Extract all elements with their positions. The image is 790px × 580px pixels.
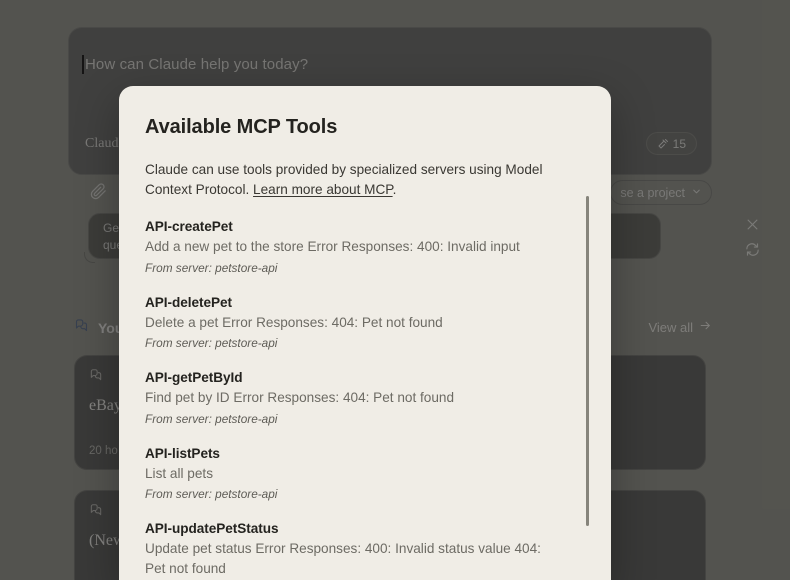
tool-name: API-getPetById bbox=[145, 370, 243, 385]
mcp-tool-item[interactable]: API-getPetById Find pet by ID Error Resp… bbox=[145, 370, 585, 426]
dialog-description: Claude can use tools provided by special… bbox=[145, 160, 565, 199]
mcp-tool-item[interactable]: API-deletePet Delete a pet Error Respons… bbox=[145, 295, 585, 351]
tool-name: API-deletePet bbox=[145, 294, 232, 310]
tool-description: Update pet status Error Responses: 400: … bbox=[145, 541, 541, 576]
tool-description: Add a new pet to the store Error Respons… bbox=[145, 239, 520, 254]
mcp-tool-item[interactable]: API-listPets List all pets From server: … bbox=[145, 446, 585, 502]
tool-name: API-listPets bbox=[145, 445, 220, 461]
tool-server: From server: petstore-api bbox=[145, 487, 278, 501]
tool-server: From server: petstore-api bbox=[145, 260, 278, 275]
tool-server: From server: petstore-api bbox=[145, 411, 278, 426]
mcp-tool-list: API-createPet Add a new pet to the store… bbox=[145, 219, 585, 580]
dialog-scrollbar[interactable] bbox=[586, 196, 589, 580]
dialog-title: Available MCP Tools bbox=[145, 116, 338, 138]
mcp-tool-item[interactable]: API-createPet Add a new pet to the store… bbox=[145, 219, 585, 275]
mcp-tools-dialog: Available MCP Tools Claude can use tools… bbox=[119, 86, 611, 580]
mcp-tools-dialog-body: Available MCP Tools Claude can use tools… bbox=[119, 86, 611, 580]
dialog-scrollbar-thumb[interactable] bbox=[586, 196, 589, 526]
mcp-tool-item[interactable]: API-updatePetStatus Update pet status Er… bbox=[145, 521, 585, 580]
tool-name: API-createPet bbox=[145, 219, 233, 234]
tool-description: Delete a pet Error Responses: 404: Pet n… bbox=[145, 314, 443, 330]
tool-description: Find pet by ID Error Responses: 404: Pet… bbox=[145, 390, 455, 405]
description-text-after-link: . bbox=[392, 181, 397, 197]
tool-server: From server: petstore-api bbox=[145, 336, 278, 350]
tool-name: API-updatePetStatus bbox=[145, 521, 279, 536]
tool-description: List all pets bbox=[145, 465, 214, 481]
learn-more-mcp-link[interactable]: Learn more about MCP bbox=[253, 182, 393, 197]
